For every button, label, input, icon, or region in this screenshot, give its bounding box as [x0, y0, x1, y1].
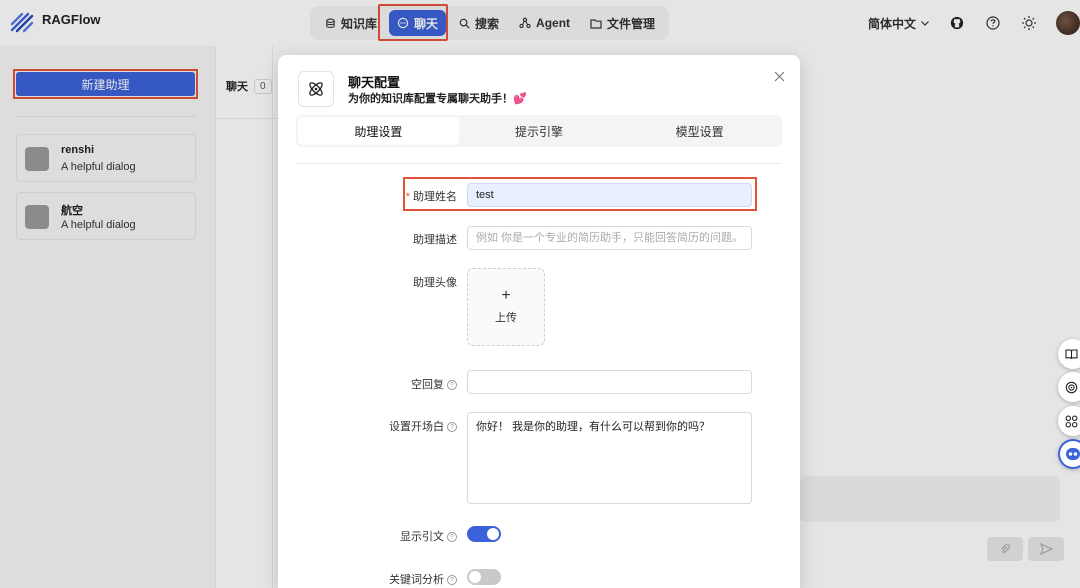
- required-asterisk: *: [405, 191, 410, 203]
- tab-assistant-settings[interactable]: 助理设置: [298, 117, 459, 145]
- modal-title: 聊天配置: [348, 75, 401, 90]
- toggle-knob: [469, 571, 481, 583]
- close-icon[interactable]: [772, 69, 786, 83]
- assistant-name-input[interactable]: [467, 183, 752, 207]
- tab-prompt-engine[interactable]: 提示引擎: [459, 117, 620, 145]
- chat-config-modal: 聊天配置 为你的知识库配置专属聊天助手！💕 助理设置 提示引擎 模型设置 * 助理…: [278, 55, 800, 588]
- avatar-upload[interactable]: + 上传: [467, 268, 545, 346]
- opener-textarea[interactable]: 你好！ 我是你的助理，有什么可以帮到你的吗？: [467, 412, 752, 504]
- upload-label: 上传: [495, 312, 517, 324]
- book-icon: [1065, 349, 1078, 360]
- keyword-analysis-label: 关键词分析?: [389, 571, 457, 587]
- atom-icon: [298, 71, 334, 107]
- broadcast-icon: [1065, 381, 1078, 393]
- show-quote-label: 显示引文?: [400, 528, 457, 544]
- opener-label: 设置开场白?: [389, 418, 457, 434]
- robot-face-icon: [1066, 448, 1080, 460]
- modal-subtitle: 为你的知识库配置专属聊天助手！💕: [348, 93, 527, 105]
- float-apps-button[interactable]: [1058, 406, 1080, 436]
- name-label: * 助理姓名: [405, 191, 457, 203]
- avatar-label: 助理头像: [413, 277, 457, 289]
- description-label: 助理描述: [413, 234, 457, 246]
- empty-reply-label: 空回复?: [411, 376, 457, 392]
- grid-apps-icon: [1065, 415, 1078, 427]
- toggle-knob: [487, 528, 499, 540]
- empty-reply-input[interactable]: [467, 370, 752, 394]
- help-icon[interactable]: ?: [447, 532, 457, 543]
- tab-model-settings[interactable]: 模型设置: [619, 117, 780, 145]
- plus-icon: +: [501, 287, 511, 304]
- tab-divider: [296, 163, 782, 164]
- help-icon[interactable]: ?: [447, 575, 457, 586]
- assistant-description-input[interactable]: [467, 226, 752, 250]
- float-signal-button[interactable]: [1058, 372, 1080, 402]
- float-docs-button[interactable]: [1058, 339, 1080, 369]
- help-icon[interactable]: ?: [447, 422, 457, 433]
- help-icon[interactable]: ?: [447, 380, 457, 391]
- config-tabs: 助理设置 提示引擎 模型设置: [296, 115, 782, 147]
- float-assistant-button[interactable]: [1058, 439, 1080, 469]
- show-quote-toggle[interactable]: [467, 526, 501, 542]
- keyword-analysis-toggle[interactable]: [467, 569, 501, 585]
